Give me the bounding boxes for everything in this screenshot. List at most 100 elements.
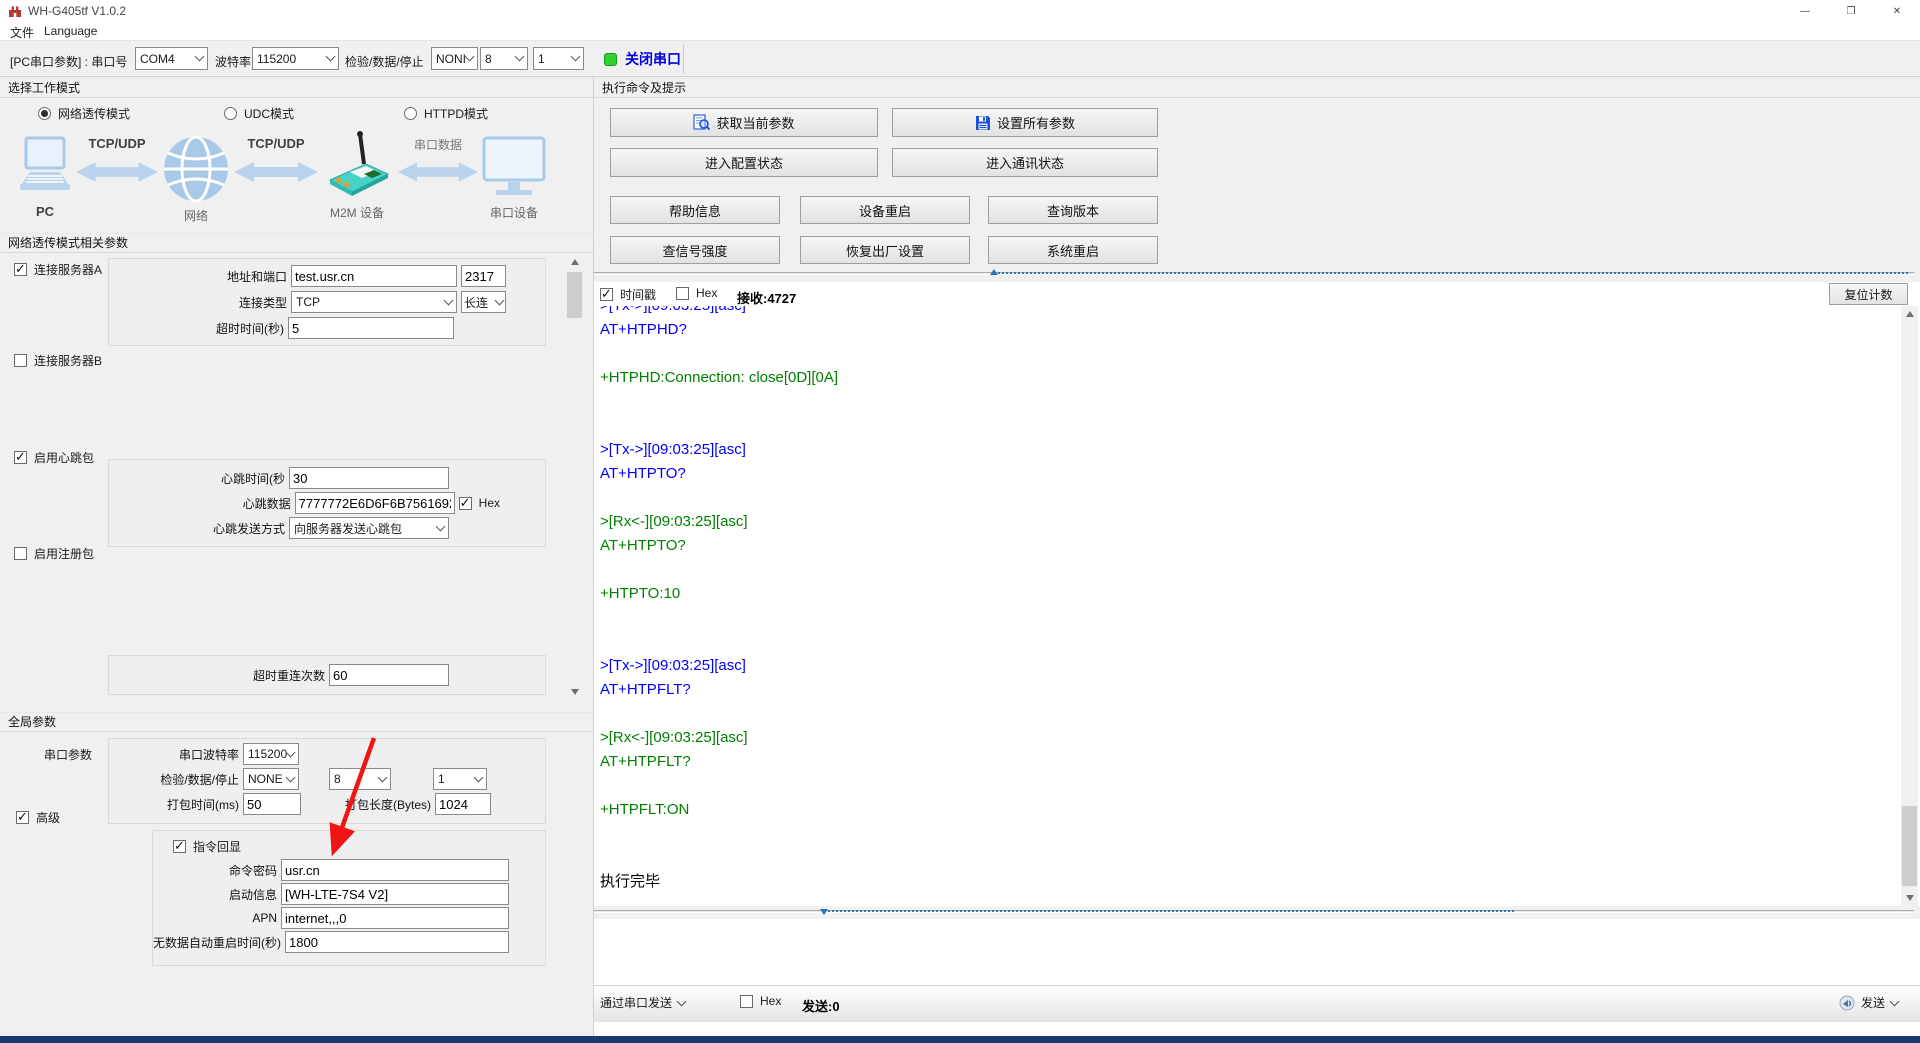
device-reboot-button[interactable]: 设备重启 <box>800 196 970 224</box>
echo-checkbox[interactable]: ✓ 指令回显 <box>173 837 545 855</box>
log-line <box>600 342 1898 366</box>
log-splitter-top[interactable] <box>594 268 1920 281</box>
send-button[interactable]: 发送 <box>1839 994 1898 1011</box>
gp-baud-label: 串口波特率 <box>113 746 239 763</box>
com-port-select[interactable]: COM4 <box>135 47 208 70</box>
gp-baud-select[interactable]: 115200 <box>243 743 299 765</box>
chevron-down-icon <box>677 997 687 1007</box>
log-line <box>600 774 1898 798</box>
checkbox-icon: ✓ <box>600 288 613 301</box>
factory-reset-button[interactable]: 恢复出厂设置 <box>800 236 970 264</box>
menu-language[interactable]: Language <box>44 24 97 38</box>
server-a-checkbox[interactable]: ✓ 连接服务器A <box>14 261 102 278</box>
apn-input[interactable] <box>281 907 509 929</box>
log-splitter-bottom[interactable] <box>594 906 1920 919</box>
gp-parity-select[interactable]: NONE <box>243 768 299 790</box>
password-input[interactable] <box>281 859 509 881</box>
keepalive-select[interactable]: 长连 <box>461 291 506 313</box>
recv-counter: 接收:4727 <box>737 288 796 307</box>
chevron-down-icon <box>286 772 296 782</box>
splitter-collapse-icon[interactable] <box>820 909 828 915</box>
gp-parity-label: 检验/数据/停止 <box>113 771 239 788</box>
conn-type-select[interactable]: TCP <box>291 291 457 313</box>
mode-radio-transparent[interactable]: 网络透传模式 <box>38 105 130 122</box>
databits-select[interactable]: 8 <box>480 47 528 70</box>
timeout-input[interactable] <box>288 317 454 339</box>
node-serial-label: 串口设备 <box>478 204 550 221</box>
scroll-down-icon[interactable] <box>1901 890 1918 906</box>
send-hex-checkbox[interactable]: ✓ Hex <box>740 994 781 1008</box>
toolbar-separator <box>683 45 684 74</box>
gp-databits-select[interactable]: 8 <box>329 768 391 790</box>
enter-comm-button[interactable]: 进入通讯状态 <box>892 148 1158 177</box>
gp-stopbits-select[interactable]: 1 <box>433 768 487 790</box>
m2m-module-icon <box>320 130 394 202</box>
scrollbar-thumb[interactable] <box>1902 806 1917 886</box>
log-line: AT+HTPFLT? <box>600 750 1898 774</box>
save-floppy-icon <box>975 115 991 131</box>
help-button[interactable]: 帮助信息 <box>610 196 780 224</box>
mode-radio-httpd[interactable]: HTTPD模式 <box>404 105 488 122</box>
chevron-down-icon <box>495 295 505 305</box>
maximize-button[interactable]: ❐ <box>1828 0 1874 22</box>
scroll-up-icon[interactable] <box>1901 306 1918 322</box>
hb-data-input[interactable] <box>295 492 455 514</box>
log-line <box>600 606 1898 630</box>
log-line: +HTPTO:10 <box>600 582 1898 606</box>
timestamp-checkbox[interactable]: ✓ 时间戳 <box>600 286 656 303</box>
mode-label: 网络透传模式 <box>58 105 130 122</box>
server-b-checkbox[interactable]: ✓ 连接服务器B <box>14 352 102 369</box>
log-scrollbar[interactable] <box>1901 306 1918 906</box>
log-view[interactable]: >[Tx->][09:03:25][asc]AT+HTPHD? +HTPHD:C… <box>600 306 1898 906</box>
enter-config-button[interactable]: 进入配置状态 <box>610 148 878 177</box>
link3-label: 串口数据 <box>398 136 478 153</box>
close-serial-button[interactable]: 关闭串口 <box>604 49 681 69</box>
stopbits-select[interactable]: 1 <box>533 47 584 70</box>
scroll-down-icon[interactable] <box>566 684 583 700</box>
advanced-checkbox[interactable]: ✓ 高级 <box>16 809 60 826</box>
pack-time-input[interactable] <box>243 793 301 815</box>
app-icon <box>7 3 23 19</box>
reconnect-input[interactable] <box>329 664 449 686</box>
register-checkbox[interactable]: ✓ 启用注册包 <box>14 545 94 562</box>
mode-radio-udc[interactable]: UDC模式 <box>224 105 294 122</box>
idle-restart-input[interactable] <box>285 931 509 953</box>
close-button[interactable]: ✕ <box>1874 0 1920 22</box>
signal-strength-button[interactable]: 查信号强度 <box>610 236 780 264</box>
hb-hex-checkbox[interactable]: ✓ Hex <box>459 496 500 510</box>
log-hex-checkbox[interactable]: ✓ Hex <box>676 286 717 300</box>
left-panel-scrollbar[interactable] <box>566 254 583 700</box>
checkbox-icon: ✓ <box>740 995 753 1008</box>
serial-params-fieldbox: 串口波特率 115200 检验/数据/停止 NONE 8 1 打包时间(ms) … <box>108 738 546 824</box>
baud-select[interactable]: 115200 <box>252 47 339 70</box>
server-a-address-input[interactable] <box>291 265 457 287</box>
log-line: AT+HTPTO? <box>600 462 1898 486</box>
send-via-dropdown[interactable]: 通过串口发送 <box>600 994 685 1011</box>
system-reboot-button[interactable]: 系统重启 <box>988 236 1158 264</box>
hb-mode-select[interactable]: 向服务器发送心跳包 <box>289 517 449 539</box>
boot-info-input[interactable] <box>281 883 509 905</box>
splitter-collapse-icon[interactable] <box>990 269 998 275</box>
checkbox-icon: ✓ <box>173 840 186 853</box>
query-version-button[interactable]: 查询版本 <box>988 196 1158 224</box>
hb-time-input[interactable] <box>289 467 449 489</box>
link1-label: TCP/UDP <box>76 136 158 151</box>
pack-len-input[interactable] <box>435 793 491 815</box>
scrollbar-thumb[interactable] <box>567 272 582 318</box>
log-line <box>600 390 1898 414</box>
double-arrow-icon <box>398 160 478 184</box>
parity-select[interactable]: NONI <box>431 47 478 70</box>
scroll-up-icon[interactable] <box>566 254 583 270</box>
get-params-button[interactable]: 获取当前参数 <box>610 108 878 137</box>
taskbar-edge <box>0 1036 1920 1043</box>
minimize-button[interactable]: — <box>1782 0 1828 22</box>
chevron-down-icon <box>286 747 296 757</box>
menu-file[interactable]: 文件 <box>10 24 34 41</box>
log-line: AT+HTPHD? <box>600 318 1898 342</box>
log-line: AT+HTPFLT? <box>600 678 1898 702</box>
heartbeat-checkbox[interactable]: ✓ 启用心跳包 <box>14 449 94 466</box>
set-params-button[interactable]: 设置所有参数 <box>892 108 1158 137</box>
reset-counter-button[interactable]: 复位计数 <box>1829 283 1908 305</box>
log-line: 执行完毕 <box>600 870 1898 894</box>
server-a-port-input[interactable] <box>461 265 506 287</box>
